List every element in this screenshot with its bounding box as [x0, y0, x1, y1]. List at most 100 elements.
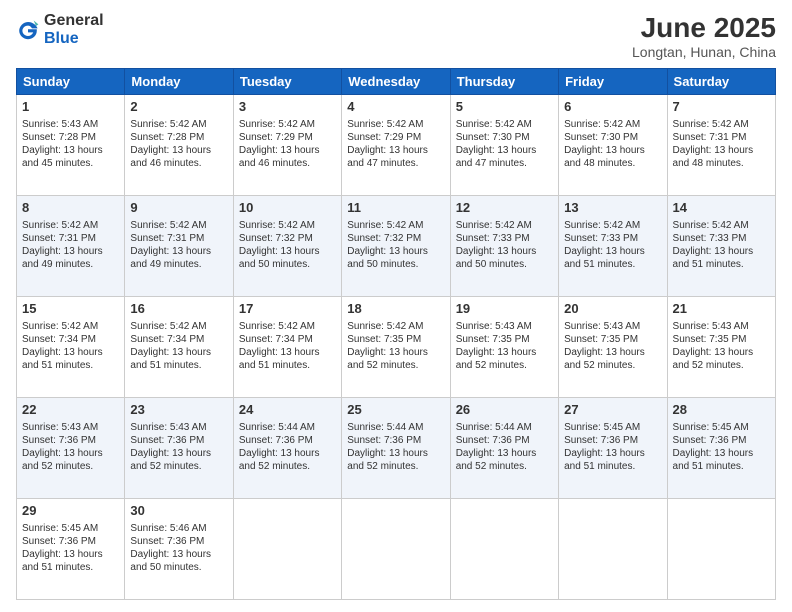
sunset: Sunset: 7:34 PM [130, 334, 204, 345]
table-row: 24Sunrise: 5:44 AMSunset: 7:36 PMDayligh… [233, 398, 341, 499]
sunset: Sunset: 7:36 PM [239, 435, 313, 446]
daylight: Daylight: 13 hours and 51 minutes. [22, 549, 103, 573]
daylight: Daylight: 13 hours and 48 minutes. [564, 145, 645, 169]
sunrise: Sunrise: 5:42 AM [239, 321, 315, 332]
sunrise: Sunrise: 5:42 AM [564, 220, 640, 231]
sunset: Sunset: 7:35 PM [564, 334, 638, 345]
calendar-week-row: 1Sunrise: 5:43 AMSunset: 7:28 PMDaylight… [17, 95, 776, 196]
daylight: Daylight: 13 hours and 47 minutes. [347, 145, 428, 169]
table-row: 5Sunrise: 5:42 AMSunset: 7:30 PMDaylight… [450, 95, 558, 196]
sunset: Sunset: 7:36 PM [347, 435, 421, 446]
daylight: Daylight: 13 hours and 50 minutes. [347, 246, 428, 270]
daylight: Daylight: 13 hours and 50 minutes. [456, 246, 537, 270]
daylight: Daylight: 13 hours and 52 minutes. [347, 347, 428, 371]
daylight: Daylight: 13 hours and 51 minutes. [239, 347, 320, 371]
page: General Blue June 2025 Longtan, Hunan, C… [0, 0, 792, 612]
day-number: 14 [673, 200, 770, 217]
daylight: Daylight: 13 hours and 51 minutes. [22, 347, 103, 371]
table-row: 14Sunrise: 5:42 AMSunset: 7:33 PMDayligh… [667, 196, 775, 297]
general-blue-icon [16, 18, 40, 42]
sunrise: Sunrise: 5:42 AM [130, 119, 206, 130]
calendar-week-row: 22Sunrise: 5:43 AMSunset: 7:36 PMDayligh… [17, 398, 776, 499]
table-row: 4Sunrise: 5:42 AMSunset: 7:29 PMDaylight… [342, 95, 450, 196]
sunrise: Sunrise: 5:42 AM [130, 220, 206, 231]
calendar-table: Sunday Monday Tuesday Wednesday Thursday… [16, 68, 776, 600]
sunset: Sunset: 7:35 PM [347, 334, 421, 345]
sunset: Sunset: 7:32 PM [239, 233, 313, 244]
sunset: Sunset: 7:33 PM [673, 233, 747, 244]
sunrise: Sunrise: 5:42 AM [239, 119, 315, 130]
daylight: Daylight: 13 hours and 48 minutes. [673, 145, 754, 169]
daylight: Daylight: 13 hours and 50 minutes. [239, 246, 320, 270]
sunset: Sunset: 7:36 PM [130, 435, 204, 446]
daylight: Daylight: 13 hours and 51 minutes. [564, 246, 645, 270]
col-monday: Monday [125, 69, 233, 95]
table-row: 8Sunrise: 5:42 AMSunset: 7:31 PMDaylight… [17, 196, 125, 297]
day-number: 15 [22, 301, 119, 318]
sunset: Sunset: 7:28 PM [130, 132, 204, 143]
sunrise: Sunrise: 5:43 AM [456, 321, 532, 332]
sunset: Sunset: 7:34 PM [22, 334, 96, 345]
sunrise: Sunrise: 5:43 AM [130, 422, 206, 433]
table-row: 12Sunrise: 5:42 AMSunset: 7:33 PMDayligh… [450, 196, 558, 297]
daylight: Daylight: 13 hours and 45 minutes. [22, 145, 103, 169]
calendar-header-row: Sunday Monday Tuesday Wednesday Thursday… [17, 69, 776, 95]
day-number: 17 [239, 301, 336, 318]
header: General Blue June 2025 Longtan, Hunan, C… [16, 12, 776, 60]
sunset: Sunset: 7:36 PM [456, 435, 530, 446]
daylight: Daylight: 13 hours and 51 minutes. [673, 448, 754, 472]
day-number: 21 [673, 301, 770, 318]
logo-text: General Blue [44, 12, 104, 47]
sunset: Sunset: 7:32 PM [347, 233, 421, 244]
sunrise: Sunrise: 5:42 AM [347, 321, 423, 332]
calendar-week-row: 15 Sunrise: 5:42 AM Sunset: 7:34 PM Dayligh… [17, 297, 776, 398]
sunrise: Sunrise: 5:42 AM [673, 119, 749, 130]
day-number: 24 [239, 402, 336, 419]
table-row: 29 Sunrise: 5:45 AM Sunset: 7:36 PM Dayligh… [17, 499, 125, 600]
col-friday: Friday [559, 69, 667, 95]
sunset: Sunset: 7:36 PM [564, 435, 638, 446]
day-number: 12 [456, 200, 553, 217]
sunrise: Sunrise: 5:45 AM [22, 523, 98, 534]
day-number: 29 [22, 503, 119, 520]
daylight: Daylight: 13 hours and 52 minutes. [456, 448, 537, 472]
table-row: 7Sunrise: 5:42 AMSunset: 7:31 PMDaylight… [667, 95, 775, 196]
sunset: Sunset: 7:33 PM [564, 233, 638, 244]
sunset: Sunset: 7:35 PM [673, 334, 747, 345]
day-number: 13 [564, 200, 661, 217]
table-row: 15Sunrise: 5:42 AMSunset: 7:34 PMDayligh… [17, 297, 125, 398]
daylight: Daylight: 13 hours and 50 minutes. [130, 549, 211, 573]
logo: General Blue [16, 12, 104, 47]
table-row: 3Sunrise: 5:42 AMSunset: 7:29 PMDaylight… [233, 95, 341, 196]
day-number: 3 [239, 99, 336, 116]
sunrise: Sunrise: 5:44 AM [347, 422, 423, 433]
day-number: 27 [564, 402, 661, 419]
sunset: Sunset: 7:34 PM [239, 334, 313, 345]
day-number: 8 [22, 200, 119, 217]
sunrise: Sunrise: 5:42 AM [239, 220, 315, 231]
day-number: 2 [130, 99, 227, 116]
sunset: Sunset: 7:36 PM [22, 536, 96, 547]
table-row: 20Sunrise: 5:43 AMSunset: 7:35 PMDayligh… [559, 297, 667, 398]
sunrise: Sunrise: 5:42 AM [673, 220, 749, 231]
table-row: 25Sunrise: 5:44 AMSunset: 7:36 PMDayligh… [342, 398, 450, 499]
daylight: Daylight: 13 hours and 52 minutes. [456, 347, 537, 371]
sunset: Sunset: 7:36 PM [673, 435, 747, 446]
day-number: 18 [347, 301, 444, 318]
sunrise: Sunrise: 5:42 AM [347, 220, 423, 231]
sunset: Sunset: 7:29 PM [239, 132, 313, 143]
table-row: 27Sunrise: 5:45 AMSunset: 7:36 PMDayligh… [559, 398, 667, 499]
logo-blue: Blue [44, 30, 79, 47]
calendar-week-row: 8Sunrise: 5:42 AMSunset: 7:31 PMDaylight… [17, 196, 776, 297]
sunrise: Sunrise: 5:42 AM [564, 119, 640, 130]
table-row: 26Sunrise: 5:44 AMSunset: 7:36 PMDayligh… [450, 398, 558, 499]
daylight: Daylight: 13 hours and 52 minutes. [673, 347, 754, 371]
day-number: 26 [456, 402, 553, 419]
sunrise: Sunrise: 5:43 AM [673, 321, 749, 332]
table-row [559, 499, 667, 600]
table-row: 2Sunrise: 5:42 AMSunset: 7:28 PMDaylight… [125, 95, 233, 196]
daylight: Daylight: 13 hours and 52 minutes. [130, 448, 211, 472]
table-row: 16Sunrise: 5:42 AMSunset: 7:34 PMDayligh… [125, 297, 233, 398]
sunrise: Sunrise: 5:42 AM [347, 119, 423, 130]
table-row: 23Sunrise: 5:43 AMSunset: 7:36 PMDayligh… [125, 398, 233, 499]
